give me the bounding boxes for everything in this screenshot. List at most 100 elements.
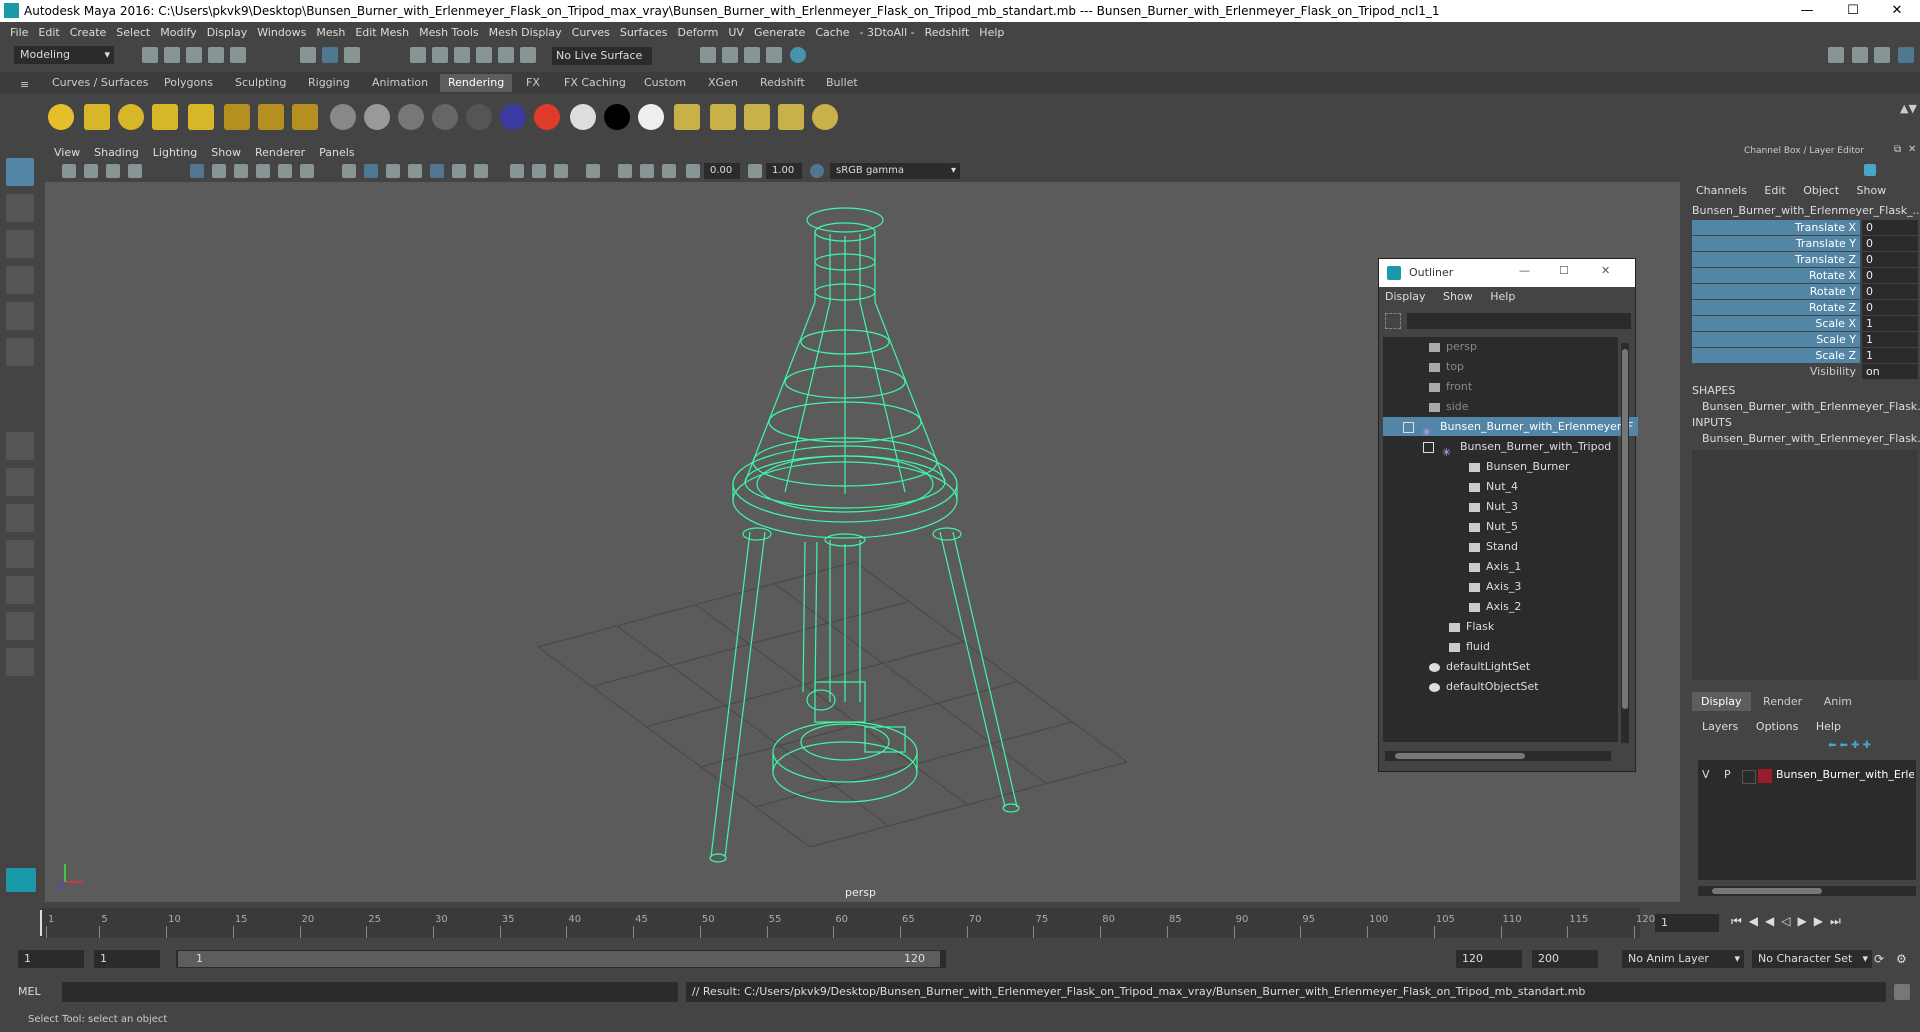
move-tool-icon[interactable] — [6, 266, 34, 294]
outliner-horizontal-scrollbar[interactable] — [1385, 751, 1611, 761]
attr-translate-x[interactable]: Translate X0 — [1692, 220, 1918, 235]
outliner-item-root-group[interactable]: ✳ Bunsen_Burner_with_Erlenmeyer_F — [1383, 417, 1638, 439]
menu-mesh-display[interactable]: Mesh Display — [489, 26, 562, 39]
outliner-item-tripod-group[interactable]: ✳ Bunsen_Burner_with_Tripod — [1383, 437, 1658, 459]
collapse-icon[interactable] — [1423, 441, 1434, 453]
tab-polygons[interactable]: Polygons — [156, 74, 221, 92]
current-frame-field[interactable]: 1 — [1655, 914, 1719, 932]
color-space-select[interactable]: sRGB gamma ▾ — [830, 163, 960, 179]
shelf-scroll-icon[interactable]: ▲▼ — [1900, 102, 1917, 132]
outliner-minimize-button[interactable]: — — [1519, 264, 1530, 277]
outliner-filter-icon[interactable] — [1385, 313, 1401, 329]
render-view-icon[interactable] — [700, 47, 716, 63]
custom-layout-icon[interactable] — [6, 648, 34, 676]
attr-value[interactable]: 1 — [1862, 316, 1918, 331]
menu-edit-mesh[interactable]: Edit Mesh — [355, 26, 409, 39]
scroll-thumb[interactable] — [1712, 888, 1822, 894]
wireframe-icon[interactable] — [342, 164, 356, 178]
point-light-icon[interactable] — [118, 104, 144, 130]
outliner-item-axis-2[interactable]: Axis_2 — [1383, 597, 1704, 616]
layer-menu-help[interactable]: Help — [1816, 720, 1841, 733]
render-settings-icon[interactable] — [766, 47, 782, 63]
tab-redshift[interactable]: Redshift — [752, 74, 813, 92]
snap-view-icon[interactable] — [476, 47, 492, 63]
blinn-shader-icon[interactable] — [330, 104, 356, 130]
render-view-shelf-icon[interactable] — [674, 104, 700, 130]
anim-start-field[interactable]: 1 — [18, 950, 84, 968]
bookmark-icon[interactable] — [106, 164, 120, 178]
batch-render-icon[interactable] — [778, 104, 804, 130]
tab-rigging[interactable]: Rigging — [300, 74, 358, 92]
snap-vertex-icon[interactable] — [520, 47, 536, 63]
motion-blur-icon[interactable] — [532, 164, 546, 178]
exposure-field[interactable]: 0.00 — [704, 163, 740, 179]
film-gate-icon[interactable] — [212, 164, 226, 178]
spot-light-icon[interactable] — [152, 104, 178, 130]
isolate-select-icon[interactable] — [586, 164, 600, 178]
auto-key-icon[interactable]: ⟳ — [1874, 952, 1884, 966]
layer-row[interactable]: V P Bunsen_Burner_with_Erle — [1698, 768, 1916, 784]
outliner-item-nut-3[interactable]: Nut_3 — [1383, 497, 1704, 516]
redo-icon[interactable] — [230, 47, 246, 63]
outliner-item-stand[interactable]: Stand — [1383, 537, 1704, 556]
select-component-icon[interactable] — [344, 47, 360, 63]
playback-start-field[interactable]: 1 — [94, 950, 160, 968]
float-panel-icon[interactable]: ⧉ — [1894, 144, 1901, 155]
menu-curves[interactable]: Curves — [572, 26, 610, 39]
close-button[interactable]: ✕ — [1874, 0, 1920, 22]
attr-value[interactable]: 0 — [1862, 252, 1918, 267]
hypershade-layout-icon[interactable] — [6, 576, 34, 604]
image-plane-icon[interactable] — [128, 164, 142, 178]
attr-rotate-z[interactable]: Rotate Z0 — [1692, 300, 1918, 315]
snap-surface-icon[interactable] — [498, 47, 514, 63]
outliner-menu-help[interactable]: Help — [1490, 290, 1515, 303]
time-slider-track[interactable]: 1 5 10 15 20 25 30 35 40 45 50 55 60 65 70 75 80 85 90 95 10… — [40, 908, 1655, 938]
outliner-item-bunsen-burner[interactable]: Bunsen_Burner — [1383, 457, 1704, 476]
ambient-occlusion-icon[interactable] — [510, 164, 524, 178]
render-frame-icon[interactable] — [722, 47, 738, 63]
persp-outliner-layout-icon[interactable] — [6, 504, 34, 532]
area-light-icon[interactable] — [188, 104, 214, 130]
select-object-icon[interactable] — [322, 47, 338, 63]
attr-value[interactable]: 0 — [1862, 300, 1918, 315]
modeling-toolkit-icon[interactable] — [1828, 47, 1844, 63]
camera-select-icon[interactable] — [62, 164, 76, 178]
lambert-shader-icon[interactable] — [364, 104, 390, 130]
menu-modify[interactable]: Modify — [160, 26, 196, 39]
volume-light-icon[interactable] — [224, 104, 250, 130]
tool-settings-icon[interactable] — [1874, 47, 1890, 63]
tab-custom[interactable]: Custom — [636, 74, 694, 92]
layer-reference-toggle[interactable] — [1742, 770, 1756, 784]
layer-scrollbar[interactable] — [1698, 886, 1916, 896]
uv-layout-icon[interactable] — [6, 612, 34, 640]
attr-translate-y[interactable]: Translate Y0 — [1692, 236, 1918, 251]
shadow-shader-icon[interactable] — [604, 104, 630, 130]
menu-windows[interactable]: Windows — [257, 26, 306, 39]
attr-rotate-x[interactable]: Rotate X0 — [1692, 268, 1918, 283]
layer-menu-layers[interactable]: Layers — [1702, 720, 1738, 733]
paint-select-tool-icon[interactable] — [6, 230, 34, 258]
tab-anim-layers[interactable]: Anim — [1815, 692, 1861, 711]
safe-action-icon[interactable] — [300, 164, 314, 178]
menu-edit[interactable]: Edit — [38, 26, 59, 39]
tab-rendering[interactable]: Rendering — [440, 74, 513, 92]
select-tool-icon[interactable] — [6, 158, 34, 186]
minimize-button[interactable]: — — [1784, 0, 1830, 22]
mode-selector[interactable]: Modeling ▾ — [14, 46, 114, 64]
playback-buttons[interactable]: ⏮◀◀◁▶▶⏭ — [1731, 914, 1848, 929]
tab-bullet[interactable]: Bullet — [818, 74, 866, 92]
scroll-thumb[interactable] — [1395, 753, 1525, 759]
hypershade-icon[interactable] — [790, 47, 806, 63]
menu-select[interactable]: Select — [116, 26, 150, 39]
attr-value[interactable]: 0 — [1862, 268, 1918, 283]
menu-deform[interactable]: Deform — [677, 26, 718, 39]
layered-shader-icon[interactable] — [466, 104, 492, 130]
cb-menu-object[interactable]: Object — [1803, 184, 1839, 197]
render-settings-shelf-icon[interactable] — [812, 104, 838, 130]
outliner-item-nut-4[interactable]: Nut_4 — [1383, 477, 1704, 496]
save-scene-icon[interactable] — [186, 47, 202, 63]
persp-graph-layout-icon[interactable] — [6, 540, 34, 568]
attr-scale-x[interactable]: Scale X1 — [1692, 316, 1918, 331]
anti-alias-icon[interactable] — [554, 164, 568, 178]
collapse-icon[interactable] — [1403, 421, 1414, 433]
